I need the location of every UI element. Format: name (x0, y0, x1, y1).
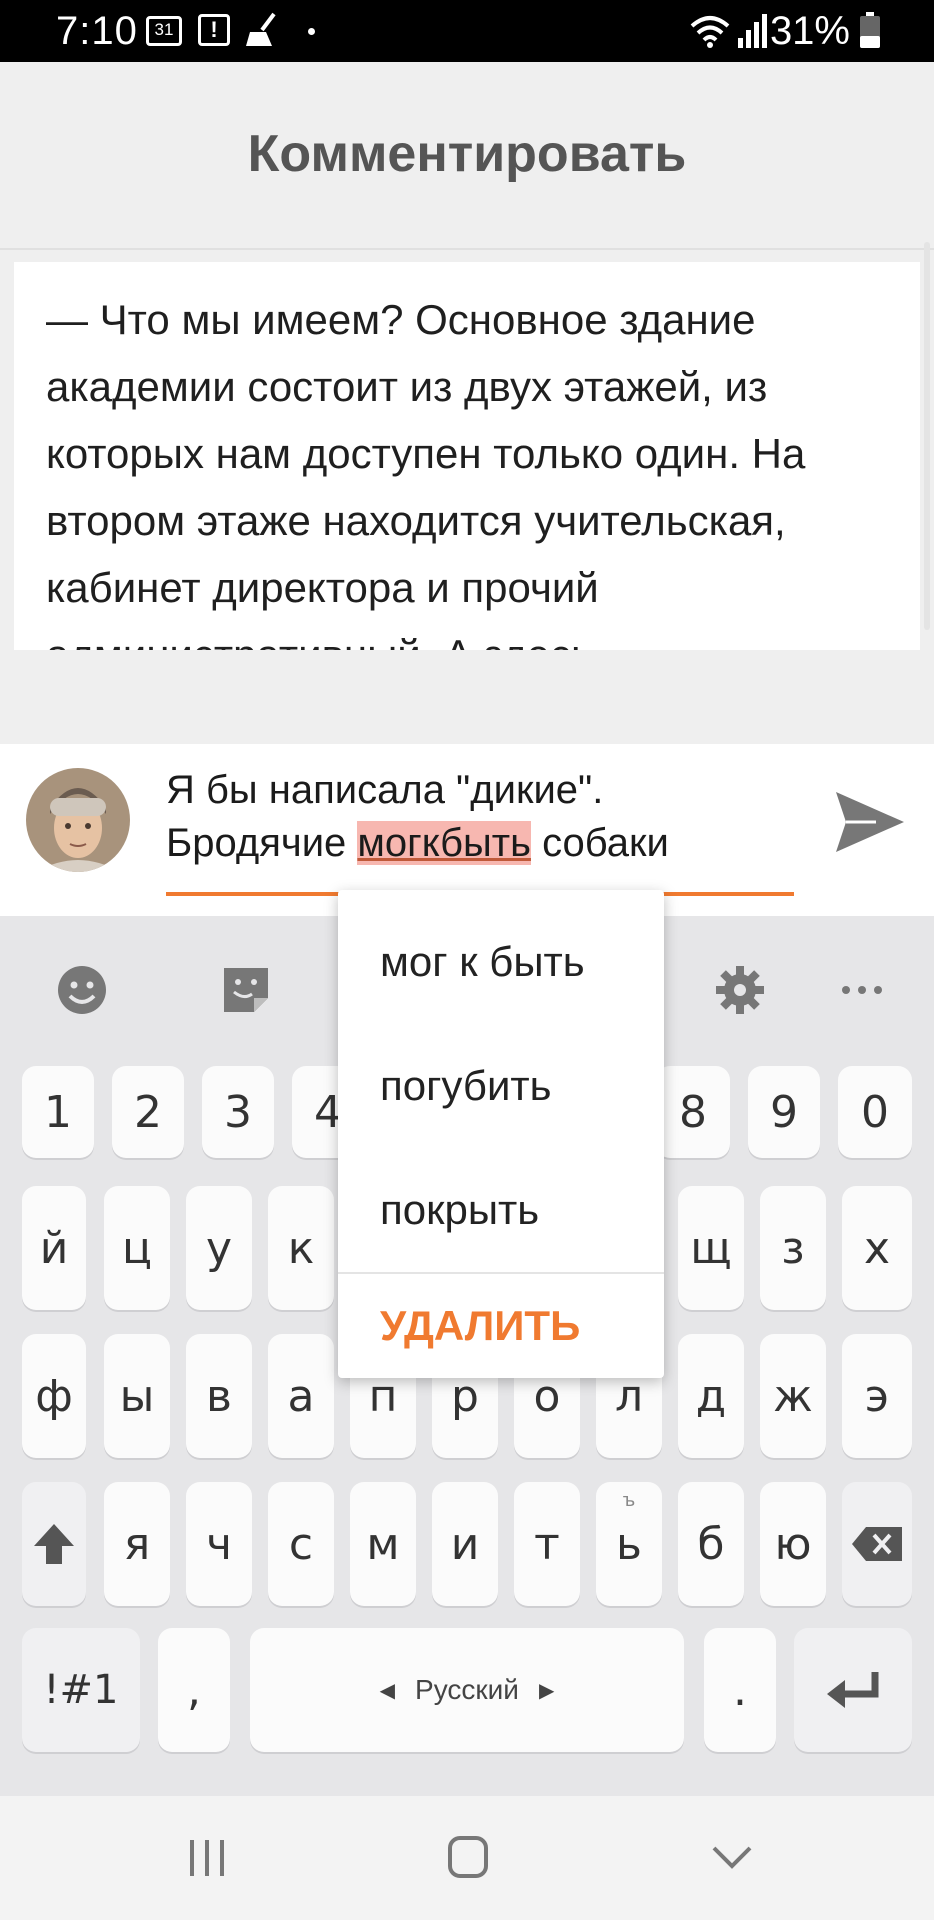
key-и[interactable]: и (432, 1482, 498, 1606)
key-ж[interactable]: ж (760, 1334, 826, 1458)
arrow-left-icon: ◀ (379, 1678, 396, 1702)
delete-word-button[interactable]: УДАЛИТЬ (380, 1302, 580, 1350)
home-icon[interactable] (446, 1834, 490, 1880)
app-header: Комментировать (0, 62, 934, 250)
enter-key[interactable] (794, 1628, 912, 1752)
comment-text-after: собаки (530, 821, 669, 865)
comma-key[interactable]: , (158, 1628, 230, 1752)
comment-line-2: Бродячие могкбыть собаки (166, 817, 796, 870)
key-ч[interactable]: ч (186, 1482, 252, 1606)
key-ц[interactable]: ц (104, 1186, 170, 1310)
emoji-icon[interactable] (50, 958, 114, 1022)
key-з[interactable]: з (760, 1186, 826, 1310)
scrollbar[interactable] (924, 242, 930, 630)
backspace-key[interactable] (842, 1482, 912, 1606)
key-у[interactable]: у (186, 1186, 252, 1310)
key-9[interactable]: 9 (748, 1066, 820, 1158)
key-ь-label: ь (616, 1518, 642, 1570)
post-text: — Что мы имеем? Основное здание академии… (46, 296, 806, 650)
misspelled-word[interactable]: могкбыть (357, 821, 531, 865)
battery-icon (860, 12, 880, 48)
key-hint-ъ: ъ (622, 1490, 636, 1511)
shift-key[interactable] (22, 1482, 86, 1606)
recent-apps-icon[interactable] (186, 1836, 228, 1880)
key-д[interactable]: д (678, 1334, 744, 1458)
settings-icon[interactable] (708, 958, 772, 1022)
send-button[interactable] (832, 784, 908, 860)
suggestion-item[interactable]: покрыть (380, 1186, 539, 1234)
backspace-icon (852, 1527, 902, 1561)
key-т[interactable]: т (514, 1482, 580, 1606)
suggestion-item[interactable]: мог к быть (380, 938, 585, 986)
calendar-icon: 31 (146, 16, 182, 46)
status-time: 7:10 (56, 9, 138, 53)
status-bar: 7:10 31 ! 31% (0, 0, 934, 62)
arrow-right-icon: ▶ (538, 1678, 555, 1702)
spellcheck-suggestions-popup: мог к быть погубить покрыть УДАЛИТЬ (338, 890, 664, 1378)
battery-percent: 31% (769, 9, 850, 53)
key-1[interactable]: 1 (22, 1066, 94, 1158)
calendar-date: 31 (154, 20, 174, 39)
symbols-key[interactable]: !#1 (22, 1628, 140, 1752)
notification-dot (308, 28, 315, 35)
comment-input[interactable]: Я бы написала "дикие". Бродячие могкбыть… (166, 764, 796, 870)
key-ф[interactable]: ф (22, 1334, 86, 1458)
key-с[interactable]: с (268, 1482, 334, 1606)
key-х[interactable]: х (842, 1186, 912, 1310)
avatar[interactable] (26, 768, 130, 872)
key-0[interactable]: 0 (838, 1066, 912, 1158)
key-8[interactable]: 8 (656, 1066, 730, 1158)
comment-line-1: Я бы написала "дикие". (166, 768, 604, 812)
key-й[interactable]: й (22, 1186, 86, 1310)
comment-text-before: Бродячие (166, 821, 358, 865)
sticker-icon[interactable] (214, 958, 278, 1022)
shift-icon (34, 1524, 74, 1564)
divider (338, 1272, 664, 1274)
navigation-bar (0, 1796, 934, 1920)
key-б[interactable]: б (678, 1482, 744, 1606)
key-э[interactable]: э (842, 1334, 912, 1458)
space-key[interactable]: ◀ Русский ▶ (250, 1628, 684, 1752)
alert-icon: ! (198, 14, 230, 46)
page-title: Комментировать (247, 125, 687, 183)
key-к[interactable]: к (268, 1186, 334, 1310)
key-в[interactable]: в (186, 1334, 252, 1458)
key-ы[interactable]: ы (104, 1334, 170, 1458)
period-key[interactable]: . (704, 1628, 776, 1752)
suggestion-item[interactable]: погубить (380, 1062, 552, 1110)
key-м[interactable]: м (350, 1482, 416, 1606)
key-2[interactable]: 2 (112, 1066, 184, 1158)
wifi-icon (690, 16, 730, 48)
key-я[interactable]: я (104, 1482, 170, 1606)
key-ь[interactable]: ъ ь (596, 1482, 662, 1606)
key-3[interactable]: 3 (202, 1066, 274, 1158)
key-щ[interactable]: щ (678, 1186, 744, 1310)
send-icon (836, 792, 904, 852)
more-icon[interactable] (830, 958, 894, 1022)
broom-icon (246, 12, 276, 46)
enter-icon (827, 1672, 879, 1708)
key-ю[interactable]: ю (760, 1482, 826, 1606)
key-а[interactable]: а (268, 1334, 334, 1458)
back-icon[interactable] (710, 1842, 754, 1872)
signal-icon (738, 14, 767, 48)
space-language-label: Русский (415, 1674, 519, 1705)
post-card[interactable]: — Что мы имеем? Основное здание академии… (14, 262, 920, 650)
